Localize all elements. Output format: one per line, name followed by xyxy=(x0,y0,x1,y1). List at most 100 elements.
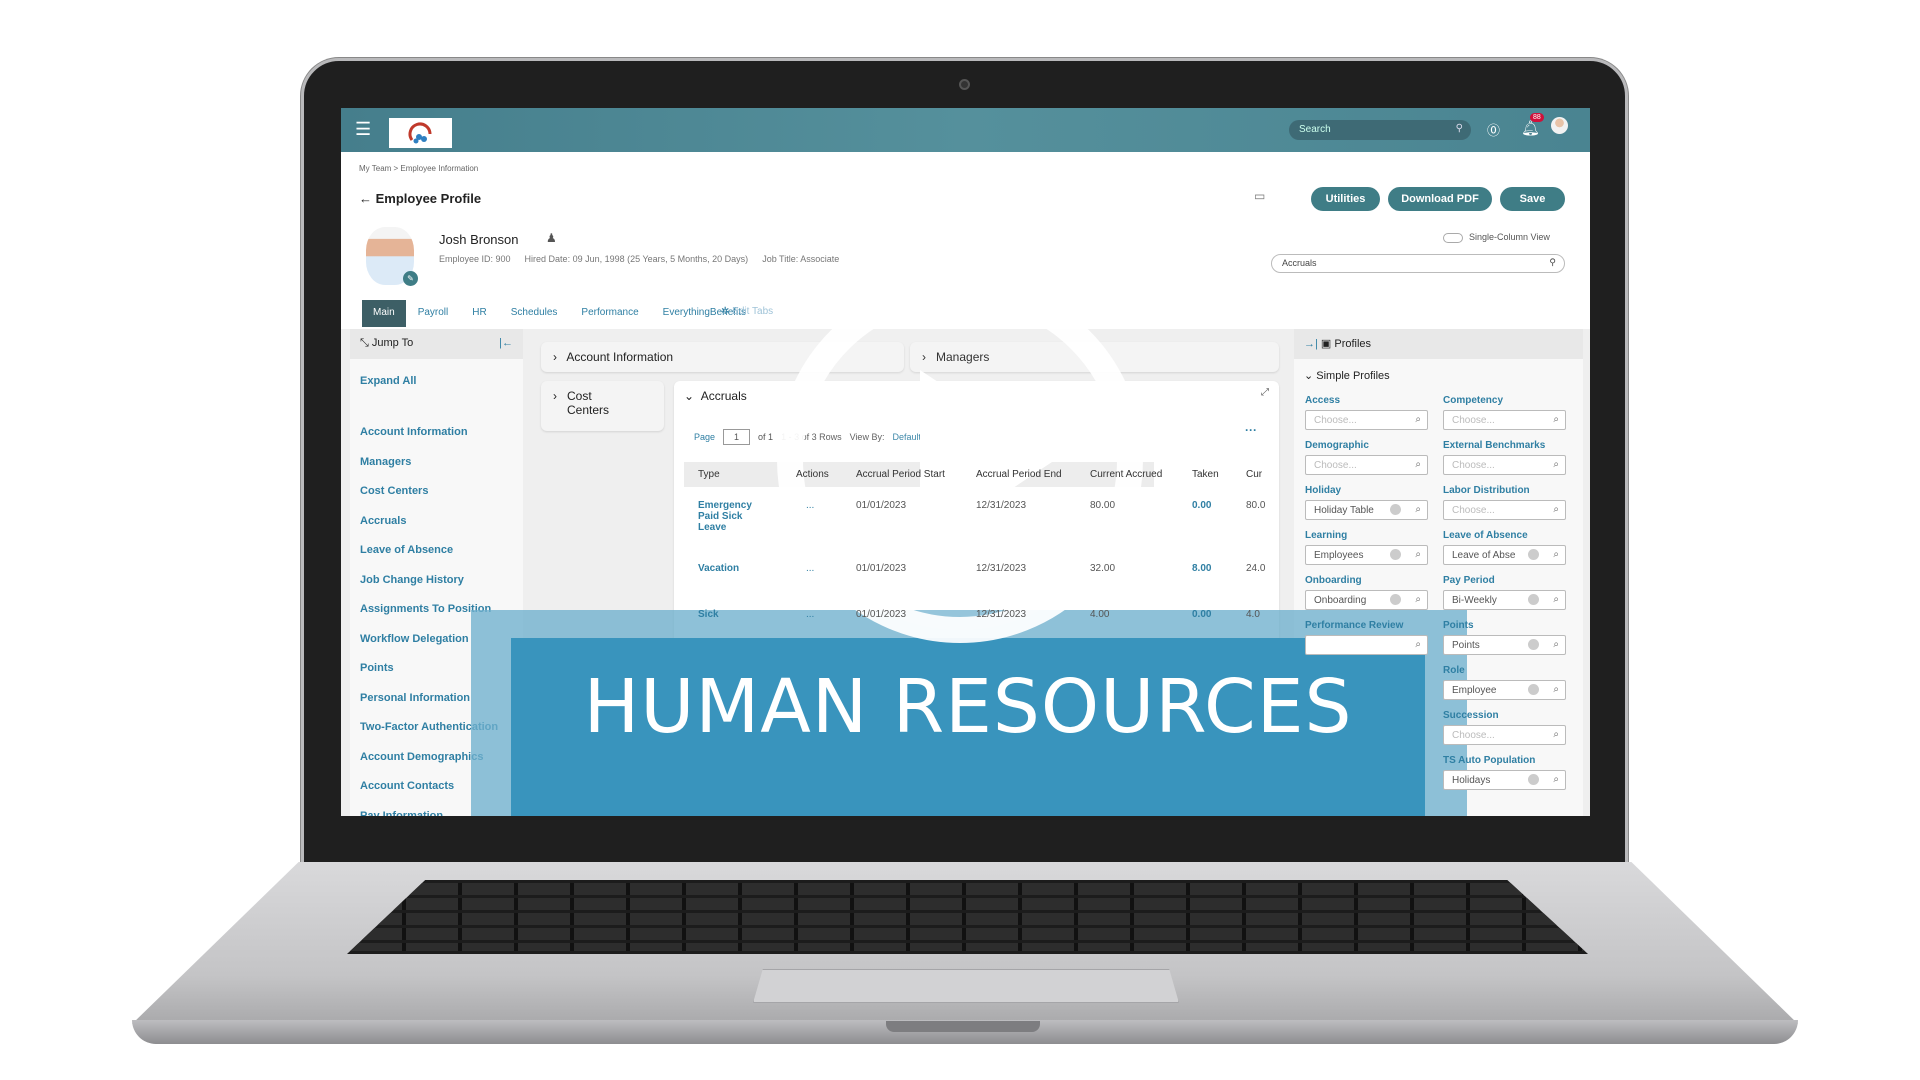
column-header[interactable]: Actions xyxy=(796,462,829,487)
page-input[interactable]: 1 xyxy=(723,429,751,445)
profile-input[interactable]: Choose... ⌕ xyxy=(1305,455,1428,475)
search-input[interactable]: Search ⚲ xyxy=(1289,120,1471,140)
profile-input[interactable]: ⌕ xyxy=(1305,635,1428,655)
clear-icon[interactable] xyxy=(1390,504,1401,515)
profile-input[interactable]: Employees ⌕ xyxy=(1305,545,1428,565)
lookup-icon[interactable]: ⌕ xyxy=(1553,549,1559,560)
profile-input[interactable]: Choose... ⌕ xyxy=(1443,455,1566,475)
profile-input[interactable]: Leave of Abse ⌕ xyxy=(1443,545,1566,565)
expand-icon[interactable]: ⤢ xyxy=(1261,387,1269,398)
lookup-icon[interactable]: ⌕ xyxy=(1553,504,1559,515)
collapse-right-icon[interactable]: →| xyxy=(1304,338,1321,350)
profile-input[interactable]: Onboarding ⌕ xyxy=(1305,590,1428,610)
simple-profiles-header[interactable]: ⌄ Simple Profiles xyxy=(1304,369,1390,382)
download-pdf-button[interactable]: Download PDF xyxy=(1388,187,1492,211)
lookup-icon[interactable]: ⌕ xyxy=(1553,594,1559,605)
utilities-button[interactable]: Utilities xyxy=(1311,187,1380,211)
table-cell: 12/31/2023 xyxy=(976,609,1027,620)
accrual-type-link[interactable]: Sick xyxy=(698,609,768,620)
profile-input[interactable]: Choose... ⌕ xyxy=(1443,500,1566,520)
column-header[interactable]: Current Accrued xyxy=(1090,462,1162,487)
section-search-input[interactable]: Accruals ⚲ xyxy=(1271,254,1565,273)
profile-input[interactable]: Points ⌕ xyxy=(1443,635,1566,655)
jump-item[interactable]: Workflow Delegation xyxy=(360,633,469,645)
more-options-icon[interactable]: ··· xyxy=(1245,423,1257,437)
clear-icon[interactable] xyxy=(1528,549,1539,560)
column-header[interactable]: Cur xyxy=(1246,462,1262,487)
tab-performance[interactable]: Performance xyxy=(569,300,650,327)
lookup-icon[interactable]: ⌕ xyxy=(1553,774,1559,785)
column-header[interactable]: Taken xyxy=(1192,462,1219,487)
jump-item[interactable]: Account Contacts xyxy=(360,780,454,792)
table-cell[interactable]: 8.00 xyxy=(1192,563,1211,574)
jump-item[interactable]: Pay Information xyxy=(360,810,443,817)
play-button[interactable] xyxy=(775,275,1145,645)
expand-all-link[interactable]: Expand All xyxy=(360,375,416,387)
lookup-icon[interactable]: ⌕ xyxy=(1553,459,1559,470)
table-cell: 80.0 xyxy=(1246,500,1266,511)
clear-icon[interactable] xyxy=(1390,594,1401,605)
table-cell[interactable]: 0.00 xyxy=(1192,500,1211,511)
lookup-icon[interactable]: ⌕ xyxy=(1415,594,1421,605)
table-cell[interactable]: 0.00 xyxy=(1192,609,1211,620)
profile-input[interactable]: Choose... ⌕ xyxy=(1443,725,1566,745)
jump-item[interactable]: Cost Centers xyxy=(360,485,428,497)
help-icon[interactable]: ⓪ xyxy=(1487,120,1500,139)
lookup-icon[interactable]: ⌕ xyxy=(1415,459,1421,470)
profile-input[interactable]: Holiday Table ⌕ xyxy=(1305,500,1428,520)
edit-photo-icon[interactable]: ✎ xyxy=(403,271,418,286)
jump-item[interactable]: Accruals xyxy=(360,515,406,527)
user-avatar[interactable] xyxy=(1551,117,1568,134)
clear-icon[interactable] xyxy=(1528,639,1539,650)
lookup-icon[interactable]: ⌕ xyxy=(1415,549,1421,560)
jump-item[interactable]: Leave of Absence xyxy=(360,544,453,556)
edit-tabs-link[interactable]: ✲ Edit Tabs xyxy=(721,306,773,317)
table-cell[interactable]: ... xyxy=(806,563,814,574)
clear-icon[interactable] xyxy=(1528,774,1539,785)
lookup-icon[interactable]: ⌕ xyxy=(1415,414,1421,425)
lookup-icon[interactable]: ⌕ xyxy=(1553,684,1559,695)
lookup-icon[interactable]: ⌕ xyxy=(1415,504,1421,515)
lookup-icon[interactable]: ⌕ xyxy=(1553,639,1559,650)
jump-item[interactable]: Account Information xyxy=(360,426,468,438)
profile-input[interactable]: Holidays ⌕ xyxy=(1443,770,1566,790)
save-button[interactable]: Save xyxy=(1500,187,1565,211)
profile-input[interactable]: Choose... ⌕ xyxy=(1305,410,1428,430)
clear-icon[interactable] xyxy=(1528,684,1539,695)
tab-main[interactable]: Main xyxy=(362,300,406,327)
profile-input[interactable]: Choose... ⌕ xyxy=(1443,410,1566,430)
jump-item[interactable]: Personal Information xyxy=(360,692,470,704)
clear-icon[interactable] xyxy=(1528,594,1539,605)
jump-item[interactable]: Managers xyxy=(360,456,411,468)
clear-icon[interactable] xyxy=(1390,549,1401,560)
collapse-panel-icon[interactable]: |← xyxy=(499,337,513,349)
jump-item[interactable]: Account Demographics xyxy=(360,751,483,763)
accrual-type-link[interactable]: Emergency Paid Sick Leave xyxy=(698,500,768,533)
profile-input[interactable]: Bi-Weekly ⌕ xyxy=(1443,590,1566,610)
jump-item[interactable]: Job Change History xyxy=(360,574,464,586)
company-logo[interactable] xyxy=(389,118,452,148)
tab-hr[interactable]: HR xyxy=(460,300,498,327)
chevron-down-icon[interactable]: ⌄ xyxy=(684,389,701,403)
lookup-icon[interactable]: ⌕ xyxy=(1553,729,1559,740)
field-placeholder: Choose... xyxy=(1452,505,1495,516)
back-arrow-icon[interactable]: ← xyxy=(359,191,376,206)
column-header[interactable]: Accrual Period End xyxy=(976,462,1062,487)
cost-centers-card[interactable]: › Cost Centers xyxy=(541,381,664,431)
lookup-icon[interactable]: ⌕ xyxy=(1415,639,1421,650)
profile-input[interactable]: Employee ⌕ xyxy=(1443,680,1566,700)
job-title: Job Title: Associate xyxy=(762,254,840,264)
column-header[interactable]: Accrual Period Start xyxy=(856,462,945,487)
tab-payroll[interactable]: Payroll xyxy=(406,300,461,327)
column-header[interactable]: Type xyxy=(698,462,720,487)
lookup-icon[interactable]: ⌕ xyxy=(1553,414,1559,425)
person-settings-icon[interactable]: ♟ xyxy=(546,231,557,245)
comment-icon[interactable]: ▭ xyxy=(1254,189,1265,203)
table-cell[interactable]: ... xyxy=(806,609,814,620)
table-cell[interactable]: ... xyxy=(806,500,814,511)
single-column-toggle[interactable] xyxy=(1443,233,1463,243)
jump-item[interactable]: Points xyxy=(360,662,394,674)
tab-schedules[interactable]: Schedules xyxy=(499,300,570,327)
hamburger-menu-icon[interactable]: ☰ xyxy=(355,119,371,140)
accrual-type-link[interactable]: Vacation xyxy=(698,563,768,574)
